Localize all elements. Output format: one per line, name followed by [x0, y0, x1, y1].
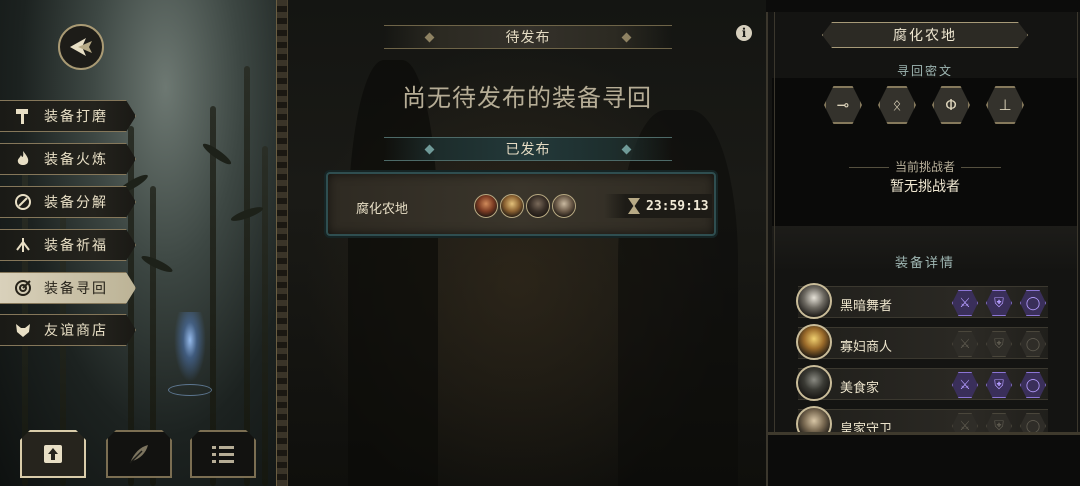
hero-name: 美食家 [840, 381, 880, 396]
rune-glyph-icon[interactable]: ᛟ [878, 86, 916, 124]
hero-avatar [796, 324, 832, 360]
quest-hero-portraits [474, 194, 576, 218]
panel-divider [276, 0, 288, 486]
publish-button[interactable] [20, 430, 86, 478]
equip-slots: ⚔ ⛨ ◯ [952, 290, 1046, 316]
list-icon [212, 446, 234, 463]
menu-item-forge[interactable]: 装备火炼 [0, 143, 136, 175]
hourglass-icon [628, 198, 640, 214]
quest-timer: 23:59:13 [604, 194, 712, 218]
publish-upload-icon [44, 445, 62, 463]
equip-details-label: 装备详情 [894, 256, 955, 271]
pending-section-header: 待发布 [384, 25, 672, 49]
quest-location: 腐化农地 [356, 202, 409, 217]
hero-portrait [526, 194, 550, 218]
armor-slot-icon[interactable]: ⛨ [986, 331, 1012, 357]
feather-icon [129, 445, 148, 464]
menu-label: 友谊商店 [44, 323, 108, 339]
fox-shop-icon [12, 319, 34, 341]
rune-list: ⊸ ᛟ Φ ⊥ [824, 86, 1024, 124]
rune-glyph-icon[interactable]: Φ [932, 86, 970, 124]
published-section-header: 已发布 [384, 137, 672, 161]
hero-row[interactable]: 美食家 ⚔ ⛨ ◯ [796, 365, 1048, 401]
menu-label: 装备寻回 [44, 281, 108, 297]
center-panel: 待发布 i 尚无待发布的装备寻回 已发布 腐化农地 23:59:13 [288, 0, 766, 486]
ring-slot-icon[interactable]: ◯ [1020, 290, 1046, 316]
ring-slot-icon[interactable]: ◯ [1020, 331, 1046, 357]
ring-slot-icon[interactable]: ◯ [1020, 372, 1046, 398]
location-title: 腐化农地 [822, 22, 1028, 48]
menu-label: 装备打磨 [44, 109, 108, 125]
empty-message: 尚无待发布的装备寻回 [402, 84, 652, 112]
disassemble-icon [12, 191, 34, 213]
sword-slot-icon[interactable]: ⚔ [952, 372, 978, 398]
rune-glyph-icon[interactable]: ⊥ [986, 86, 1024, 124]
timer-value: 23:59:13 [646, 198, 709, 214]
menu-item-friend-shop[interactable]: 友谊商店 [0, 314, 136, 346]
hero-avatar [796, 365, 832, 401]
hero-portrait [500, 194, 524, 218]
sword-slot-icon[interactable]: ⚔ [952, 290, 978, 316]
hero-portrait [552, 194, 576, 218]
equip-slots: ⚔ ⛨ ◯ [952, 331, 1046, 357]
menu-label: 装备火炼 [44, 152, 108, 168]
equip-slots: ⚔ ⛨ ◯ [952, 372, 1046, 398]
menu-item-disassemble[interactable]: 装备分解 [0, 186, 136, 218]
menu-item-polish[interactable]: 装备打磨 [0, 100, 136, 132]
menu-item-blessing[interactable]: 装备祈福 [0, 229, 136, 261]
hero-row[interactable]: 寡妇商人 ⚔ ⛨ ◯ [796, 324, 1048, 360]
published-quest-card[interactable]: 腐化农地 23:59:13 [326, 172, 716, 236]
hero-portrait [474, 194, 498, 218]
hero-name: 黑暗舞者 [840, 299, 893, 314]
armor-slot-icon[interactable]: ⛨ [986, 372, 1012, 398]
feather-button[interactable] [106, 430, 172, 478]
published-title: 已发布 [505, 142, 551, 158]
hammer-icon [12, 105, 34, 127]
challenger-heading: 当前挑战者 [768, 158, 1080, 175]
right-panel-footer [768, 432, 1080, 486]
challenger-label: 当前挑战者 [894, 160, 955, 174]
back-button[interactable] [58, 24, 104, 70]
runes-label: 寻回密文 [896, 64, 953, 78]
back-arrow-icon [70, 38, 92, 56]
hero-name: 寡妇商人 [840, 340, 893, 355]
hero-row[interactable]: 黑暗舞者 ⚔ ⛨ ◯ [796, 283, 1048, 319]
sword-slot-icon[interactable]: ⚔ [952, 331, 978, 357]
spirit-wisp [174, 312, 206, 382]
flame-icon [12, 148, 34, 170]
blessing-icon [12, 234, 34, 256]
info-icon[interactable]: i [736, 25, 752, 41]
menu-item-retrieve[interactable]: 装备寻回 [0, 272, 136, 304]
list-button[interactable] [190, 430, 256, 478]
retrieve-icon [12, 277, 34, 299]
rune-glyph-icon[interactable]: ⊸ [824, 86, 862, 124]
menu-label: 装备祈福 [44, 238, 108, 254]
pending-title: 待发布 [505, 30, 551, 46]
armor-slot-icon[interactable]: ⛨ [986, 290, 1012, 316]
challenger-value: 暂无挑战者 [890, 179, 960, 195]
right-detail-panel: 腐化农地 寻回密文 ⊸ ᛟ Φ ⊥ 当前挑战者 暂无挑战者 装备详情 黑暗舞者 … [766, 12, 1080, 486]
hero-avatar [796, 283, 832, 319]
menu-label: 装备分解 [44, 195, 108, 211]
summon-ring [168, 384, 212, 396]
